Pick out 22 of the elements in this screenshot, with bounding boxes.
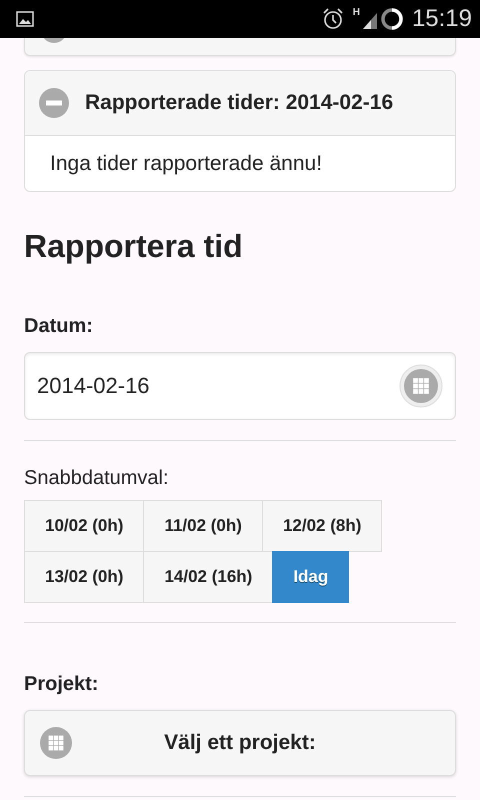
quick-date-button[interactable]: 11/02 (0h) [143, 500, 263, 552]
picture-icon [16, 11, 34, 27]
section-heading: Rapportera tid [24, 228, 244, 265]
collapsible-header[interactable]: Rapporterade tider: 2014-02-16 [25, 71, 455, 136]
calendar-icon [399, 364, 443, 408]
alarm-clock-icon [320, 7, 345, 31]
network-type: H [352, 7, 360, 18]
quick-date-button[interactable]: 12/02 (8h) [262, 500, 382, 552]
quick-date-button[interactable]: 13/02 (0h) [24, 551, 144, 603]
loading-ring-icon [380, 7, 404, 31]
field-label: Datum: [24, 315, 94, 338]
grid-icon [39, 726, 73, 760]
minus-icon [39, 88, 69, 118]
clock-time: 15:19 [412, 5, 472, 33]
quick-date-button[interactable]: 14/02 (16h) [143, 551, 274, 603]
quick-date-button[interactable]: Idag [272, 551, 350, 603]
project-select-button[interactable]: Välj ett projekt: [24, 710, 456, 776]
field-label: Projekt: [24, 673, 100, 696]
empty-message: Inga tider rapporterade ännu! [50, 152, 322, 176]
quick-date-button[interactable]: 10/02 (0h) [24, 500, 144, 552]
date-field[interactable]: 2014-02-16 [24, 352, 456, 420]
field-label: Snabbdatumval: [24, 467, 170, 490]
